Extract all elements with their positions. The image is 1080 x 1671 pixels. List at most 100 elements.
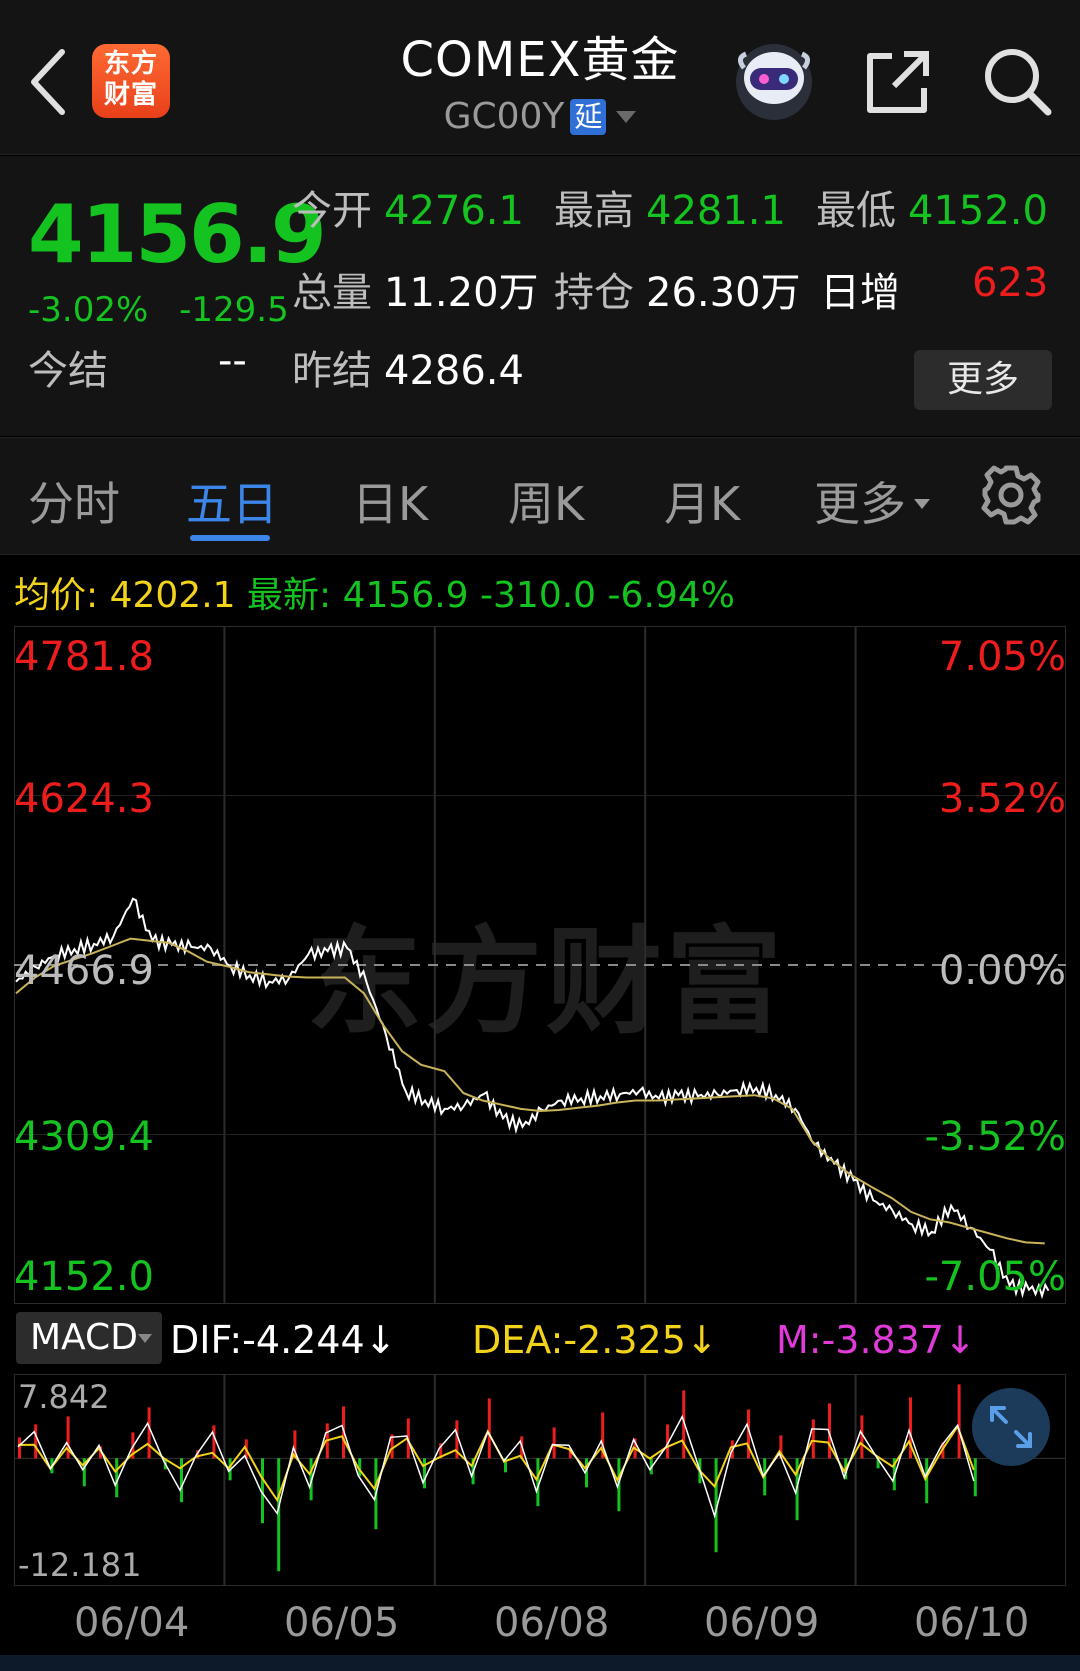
y-tick-right-4: -7.05% <box>924 1254 1066 1300</box>
macd-dif: DIF:-4.244↓ <box>170 1318 397 1362</box>
tab-five-day[interactable]: 五日 <box>186 468 278 534</box>
y-tick-left-1: 4624.3 <box>14 776 154 822</box>
price-info-line: 均价: 4202.1 最新: 4156.9 -310.0 -6.94% <box>14 566 735 618</box>
search-icon[interactable] <box>978 42 1058 122</box>
settings-gear-icon[interactable] <box>980 464 1042 526</box>
fullscreen-expand-icon[interactable] <box>972 1388 1050 1466</box>
y-tick-right-3: -3.52% <box>924 1114 1066 1160</box>
high-label: 最高 <box>554 188 634 234</box>
x-date-1: 06/05 <box>284 1600 400 1646</box>
caret-down-icon <box>138 1334 152 1343</box>
logo-text-bottom: 财富 <box>103 80 158 110</box>
logo-text-top: 东方 <box>103 49 158 79</box>
macd-min-label: -12.181 <box>18 1546 142 1584</box>
five-day-price-chart[interactable] <box>14 626 1066 1304</box>
macd-histogram-bar <box>147 1407 151 1459</box>
more-details-button[interactable]: 更多 <box>914 350 1052 410</box>
y-tick-left-2: 4466.9 <box>14 948 154 994</box>
daily-increase-value: 623 <box>972 260 1049 306</box>
macd-histogram-bar <box>18 1437 21 1459</box>
tab-more-label: 更多 <box>814 477 906 531</box>
active-tab-indicator <box>190 535 270 541</box>
macd-histogram-bar <box>423 1458 426 1489</box>
macd-chart[interactable] <box>14 1374 1066 1586</box>
avg-price-label: 均价: <box>14 575 99 616</box>
macd-histogram-bar <box>811 1419 815 1459</box>
open-interest-label: 持仓 <box>554 270 634 316</box>
y-tick-right-1: 3.52% <box>938 776 1066 822</box>
low-label: 最低 <box>816 188 896 234</box>
caret-down-icon <box>914 498 930 509</box>
macd-max-label: 7.842 <box>18 1378 110 1416</box>
price-line <box>15 897 1050 1300</box>
macd-histogram-bar <box>180 1458 183 1503</box>
x-date-4: 06/10 <box>914 1600 1030 1646</box>
bottom-bar <box>0 1655 1080 1671</box>
delay-badge: 延 <box>570 98 607 135</box>
y-tick-left-4: 4152.0 <box>14 1254 154 1300</box>
x-date-0: 06/04 <box>74 1600 190 1646</box>
period-tabs: 分时 五日 日K 周K 月K 更多 <box>0 437 1080 555</box>
tab-daily-k[interactable]: 日K <box>352 468 428 534</box>
macd-indicator-bar: MACD DIF:-4.244↓ DEA:-2.325↓ M:-3.837↓ <box>14 1312 1066 1368</box>
prev-settle-label: 昨结 <box>292 348 372 394</box>
chevron-down-icon <box>616 110 637 123</box>
avg-price-value: 4202.1 <box>109 575 236 616</box>
instrument-code-row[interactable]: GC00Y 延 <box>340 96 740 137</box>
tab-weekly-k[interactable]: 周K <box>508 468 584 534</box>
change-amount: -129.5 <box>179 290 289 330</box>
robot-assistant-icon[interactable] <box>730 38 818 122</box>
open-label: 今开 <box>292 188 372 234</box>
macd-histogram-bar <box>925 1458 929 1504</box>
volume-value: 11.20万 <box>384 270 539 316</box>
x-date-2: 06/08 <box>494 1600 610 1646</box>
last-price: 4156.9 <box>28 188 327 281</box>
latest-change-value: -310.0 <box>480 575 597 616</box>
open-value: 4276.1 <box>384 188 524 234</box>
open-interest-field: 持仓 26.30万 <box>554 260 801 318</box>
macd-histogram-bar <box>277 1458 281 1572</box>
daily-increase-label: 日增 <box>820 270 900 316</box>
tab-intraday[interactable]: 分时 <box>28 468 120 534</box>
open-interest-value: 26.30万 <box>646 270 801 316</box>
instrument-title: COMEX黄金 <box>400 32 680 88</box>
y-tick-left-0: 4781.8 <box>14 634 154 680</box>
back-chevron-icon[interactable] <box>22 42 78 122</box>
macd-m: M:-3.837↓ <box>776 1318 976 1362</box>
tab-more[interactable]: 更多 <box>814 468 930 534</box>
latest-price-value: 4156.9 <box>342 575 469 616</box>
latest-change-percent: -6.94% <box>607 575 735 616</box>
open-field: 今开 4276.1 <box>292 178 524 236</box>
instrument-title-block[interactable]: COMEX黄金 GC00Y 延 <box>340 20 740 137</box>
latest-price-label: 最新: <box>247 575 332 616</box>
low-field: 最低 4152.0 <box>816 178 1048 236</box>
macd-histogram-bar <box>860 1415 864 1459</box>
price-change: -3.02% -129.5 <box>28 290 289 330</box>
high-field: 最高 4281.1 <box>554 178 786 236</box>
average-price-line <box>15 937 1045 1245</box>
macd-histogram-bar <box>487 1398 491 1459</box>
high-value: 4281.1 <box>646 188 786 234</box>
top-nav-bar: 东方 财富 COMEX黄金 GC00Y 延 <box>0 0 1080 155</box>
instrument-code: GC00Y <box>443 96 565 137</box>
share-icon[interactable] <box>858 42 938 122</box>
volume-field: 总量 11.20万 <box>292 260 539 318</box>
macd-histogram-bar <box>957 1384 961 1459</box>
prev-settle-field: 昨结 4286.4 <box>292 338 524 396</box>
tab-monthly-k[interactable]: 月K <box>664 468 740 534</box>
indicator-select[interactable]: MACD <box>16 1312 162 1364</box>
app-logo[interactable]: 东方 财富 <box>92 44 170 118</box>
y-tick-left-3: 4309.4 <box>14 1114 154 1160</box>
macd-histogram-bar <box>552 1427 556 1459</box>
prev-settle-value: 4286.4 <box>384 348 524 394</box>
low-value: 4152.0 <box>908 188 1048 234</box>
volume-label: 总量 <box>292 270 372 316</box>
change-percent: -3.02% <box>28 290 149 330</box>
macd-histogram-bar <box>34 1424 38 1459</box>
y-tick-right-0: 7.05% <box>938 634 1066 680</box>
quote-panel: 4156.9 -3.02% -129.5 今开 4276.1 最高 4281.1 最… <box>0 156 1080 436</box>
settle-value: -- <box>218 338 247 384</box>
y-tick-right-2: 0.00% <box>938 948 1066 994</box>
settle-label: 今结 <box>28 348 108 394</box>
x-date-3: 06/09 <box>704 1600 820 1646</box>
